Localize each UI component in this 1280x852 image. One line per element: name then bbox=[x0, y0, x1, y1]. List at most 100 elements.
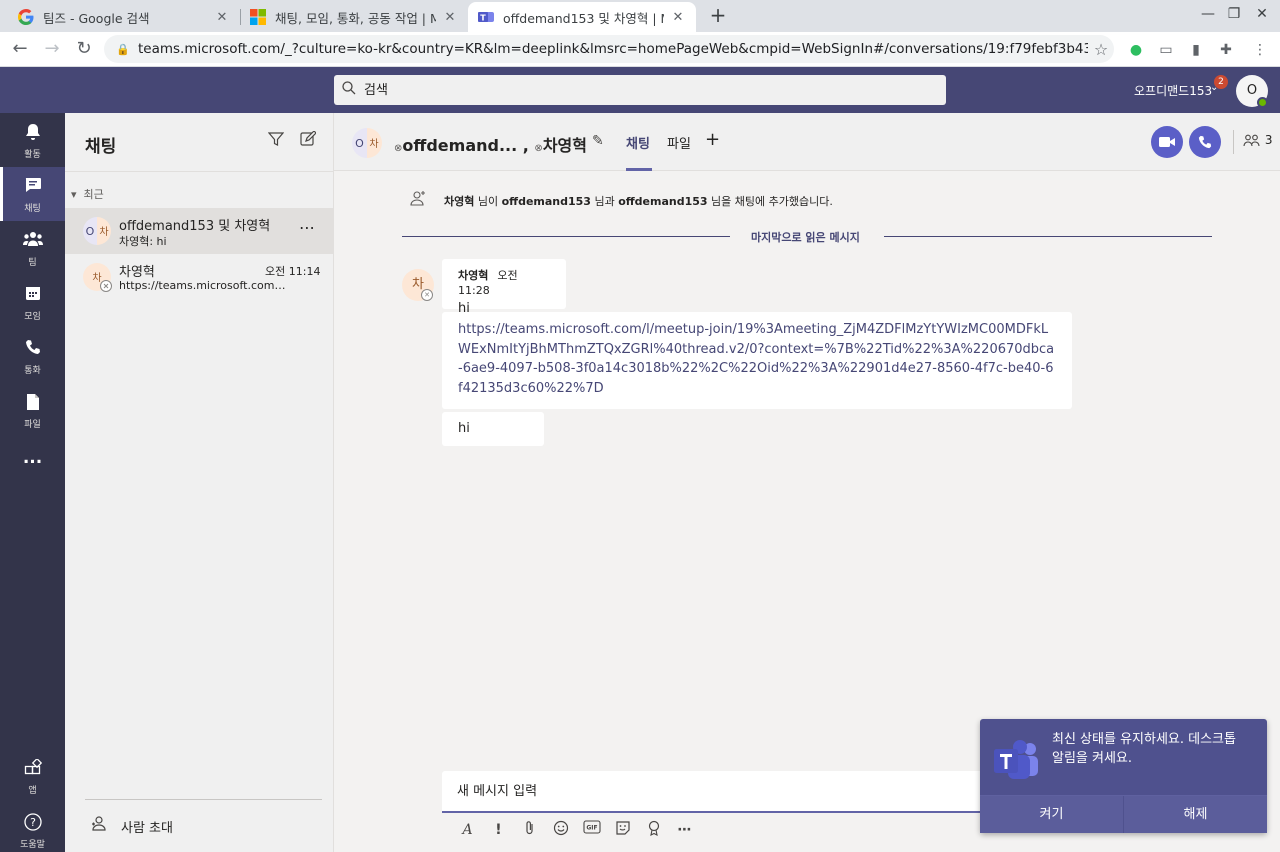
last-read-label: 마지막으로 읽은 메시지 bbox=[751, 231, 860, 244]
rail-label: 파일 bbox=[24, 420, 41, 430]
filter-icon[interactable] bbox=[265, 131, 287, 151]
audio-call-button[interactable] bbox=[1189, 126, 1221, 158]
divider bbox=[85, 799, 322, 800]
divider bbox=[1233, 130, 1234, 154]
rail-item-meetings[interactable]: 모임 bbox=[0, 275, 65, 329]
chat-list-panel: 채팅 ▾ 최근 O차 offdemand153 및 차영혁 차영혁: hi ⋯ … bbox=[65, 113, 334, 852]
close-icon[interactable]: ✕ bbox=[214, 10, 230, 25]
message-bubble[interactable]: hi bbox=[442, 412, 544, 446]
browser-tab-teams[interactable]: T offdemand153 및 차영혁 | Micr ✕ bbox=[468, 2, 696, 32]
add-tab-icon[interactable]: + bbox=[705, 129, 720, 150]
rail-label: 통화 bbox=[24, 366, 41, 376]
group-avatar: O차 bbox=[83, 217, 111, 245]
message-link[interactable]: https://teams.microsoft.com/l/meetup-joi… bbox=[458, 322, 1054, 396]
target-name: offdemand153 bbox=[501, 194, 591, 208]
title-part: offdemand... , bbox=[402, 136, 529, 155]
desktop-notification-toast: 최신 상태를 유지하세요. 데스크톱 알림을 켜세요. 켜기 해제 bbox=[980, 719, 1267, 833]
app-rail: 활동 채팅 팀 모임 통화 파일 ... 앱 ? 도움말 bbox=[0, 113, 65, 852]
dismiss-button[interactable]: 해제 bbox=[1124, 796, 1267, 833]
search-box[interactable] bbox=[334, 75, 946, 105]
format-icon[interactable]: A bbox=[452, 820, 483, 840]
teams-icon: T bbox=[478, 9, 494, 25]
new-tab-icon[interactable]: + bbox=[706, 4, 730, 28]
extension-icon[interactable]: ▮ bbox=[1186, 40, 1206, 60]
tab-title: 팀즈 - Google 검색 bbox=[43, 10, 150, 26]
rail-item-chat[interactable]: 채팅 bbox=[0, 167, 65, 221]
puzzle-icon[interactable]: ✚ bbox=[1216, 40, 1236, 60]
new-chat-icon[interactable] bbox=[297, 130, 319, 151]
system-message: 차영혁 님이 offdemand153 님과 offdemand153 님을 채… bbox=[408, 191, 833, 211]
edit-name-icon[interactable]: ✎ bbox=[592, 133, 604, 149]
browser-tab-microsoft[interactable]: 채팅, 모임, 통화, 공동 작업 | Micr ✕ bbox=[240, 2, 468, 32]
sticker-icon[interactable] bbox=[607, 820, 638, 840]
minimize-icon[interactable]: — bbox=[1196, 6, 1220, 22]
section-recent[interactable]: ▾ 최근 bbox=[71, 186, 104, 202]
message-bubble[interactable]: 차영혁 오전 11:28 hi bbox=[442, 259, 566, 316]
compose-toolbar: A ! GIF ⋯ bbox=[452, 820, 700, 840]
rail-item-help[interactable]: ? 도움말 bbox=[0, 803, 65, 852]
offline-status-icon: ✕ bbox=[421, 289, 433, 301]
tab-files[interactable]: 파일 bbox=[667, 133, 691, 152]
message-text: hi bbox=[458, 421, 470, 436]
chat-list-item[interactable]: 차 차영혁 오전 11:14 https://teams.microsoft.c… bbox=[65, 254, 334, 300]
rail-item-apps[interactable]: 앱 bbox=[0, 749, 65, 803]
system-text: 님이 bbox=[474, 195, 502, 208]
video-call-button[interactable] bbox=[1151, 126, 1183, 158]
rail-item-files[interactable]: 파일 bbox=[0, 383, 65, 437]
lock-icon: 🔒 bbox=[116, 42, 130, 56]
enable-notifications-button[interactable]: 켜기 bbox=[980, 796, 1124, 833]
svg-text:차: 차 bbox=[92, 272, 101, 284]
attach-icon[interactable] bbox=[514, 820, 545, 840]
svg-text:O: O bbox=[355, 137, 364, 150]
address-bar[interactable]: 🔒 teams.microsoft.com/_?culture=ko-kr&co… bbox=[104, 35, 1114, 63]
actor-name: 차영혁 bbox=[444, 195, 475, 208]
evernote-icon[interactable]: ● bbox=[1126, 40, 1146, 60]
chat-time: 오전 11:14 bbox=[265, 265, 321, 278]
bookmark-star-icon[interactable]: ☆ bbox=[1088, 40, 1114, 59]
menu-dots-icon[interactable]: ⋮ bbox=[1250, 40, 1270, 60]
emoji-icon[interactable] bbox=[545, 820, 576, 840]
back-icon[interactable]: ← bbox=[8, 38, 32, 62]
rail-item-more[interactable]: ... bbox=[0, 437, 65, 491]
file-icon bbox=[0, 393, 65, 415]
rail-item-teams[interactable]: 팀 bbox=[0, 221, 65, 275]
svg-text:차: 차 bbox=[99, 226, 108, 238]
window-close-icon[interactable]: ✕ bbox=[1250, 6, 1274, 22]
system-text: 님과 bbox=[590, 195, 619, 208]
gif-icon[interactable]: GIF bbox=[576, 820, 607, 840]
cast-icon[interactable]: ▭ bbox=[1156, 40, 1176, 60]
close-icon[interactable]: ✕ bbox=[442, 10, 458, 25]
add-person-icon bbox=[408, 191, 428, 211]
avatar: 차 bbox=[83, 263, 112, 292]
conversation-title[interactable]: ⊗offdemand... , ⊗차영혁 bbox=[394, 132, 587, 156]
chat-name: offdemand153 및 차영혁 bbox=[119, 219, 271, 234]
help-icon: ? bbox=[0, 813, 65, 835]
search-input[interactable] bbox=[364, 82, 924, 98]
invite-people-button[interactable]: 사람 초대 bbox=[91, 816, 173, 836]
video-camera-icon bbox=[1159, 137, 1175, 147]
tab-title: 채팅, 모임, 통화, 공동 작업 | Micr bbox=[275, 10, 436, 26]
restore-icon[interactable]: ❐ bbox=[1222, 6, 1246, 22]
message-bubble[interactable]: https://teams.microsoft.com/l/meetup-joi… bbox=[442, 312, 1072, 409]
forward-icon[interactable]: → bbox=[40, 38, 64, 62]
browser-tab-google[interactable]: 팀즈 - Google 검색 ✕ bbox=[8, 2, 240, 32]
more-options-icon[interactable]: ⋯ bbox=[669, 820, 700, 840]
chat-list-item[interactable]: O차 offdemand153 및 차영혁 차영혁: hi ⋯ bbox=[65, 208, 334, 254]
tab-chat[interactable]: 채팅 bbox=[626, 133, 650, 152]
important-icon[interactable]: ! bbox=[483, 820, 514, 840]
browser-tabbar: 팀즈 - Google 검색 ✕ 채팅, 모임, 통화, 공동 작업 | Mic… bbox=[0, 0, 1280, 32]
rail-label: 모임 bbox=[24, 312, 41, 322]
rail-item-activity[interactable]: 활동 bbox=[0, 113, 65, 167]
chat-list-title: 채팅 bbox=[85, 137, 117, 157]
message-input[interactable] bbox=[442, 771, 1042, 811]
more-options-icon[interactable]: ⋯ bbox=[299, 218, 315, 237]
rail-item-calls[interactable]: 통화 bbox=[0, 329, 65, 383]
close-icon[interactable]: ✕ bbox=[670, 10, 686, 25]
user-name[interactable]: 오프디맨드153 bbox=[1134, 82, 1212, 99]
reload-icon[interactable]: ↻ bbox=[72, 38, 96, 62]
group-avatar: O차 bbox=[352, 128, 382, 158]
notification-badge: 2 bbox=[1214, 75, 1228, 89]
praise-icon[interactable] bbox=[638, 820, 669, 840]
participants-button[interactable]: 3 bbox=[1243, 133, 1272, 148]
search-icon bbox=[342, 81, 360, 99]
